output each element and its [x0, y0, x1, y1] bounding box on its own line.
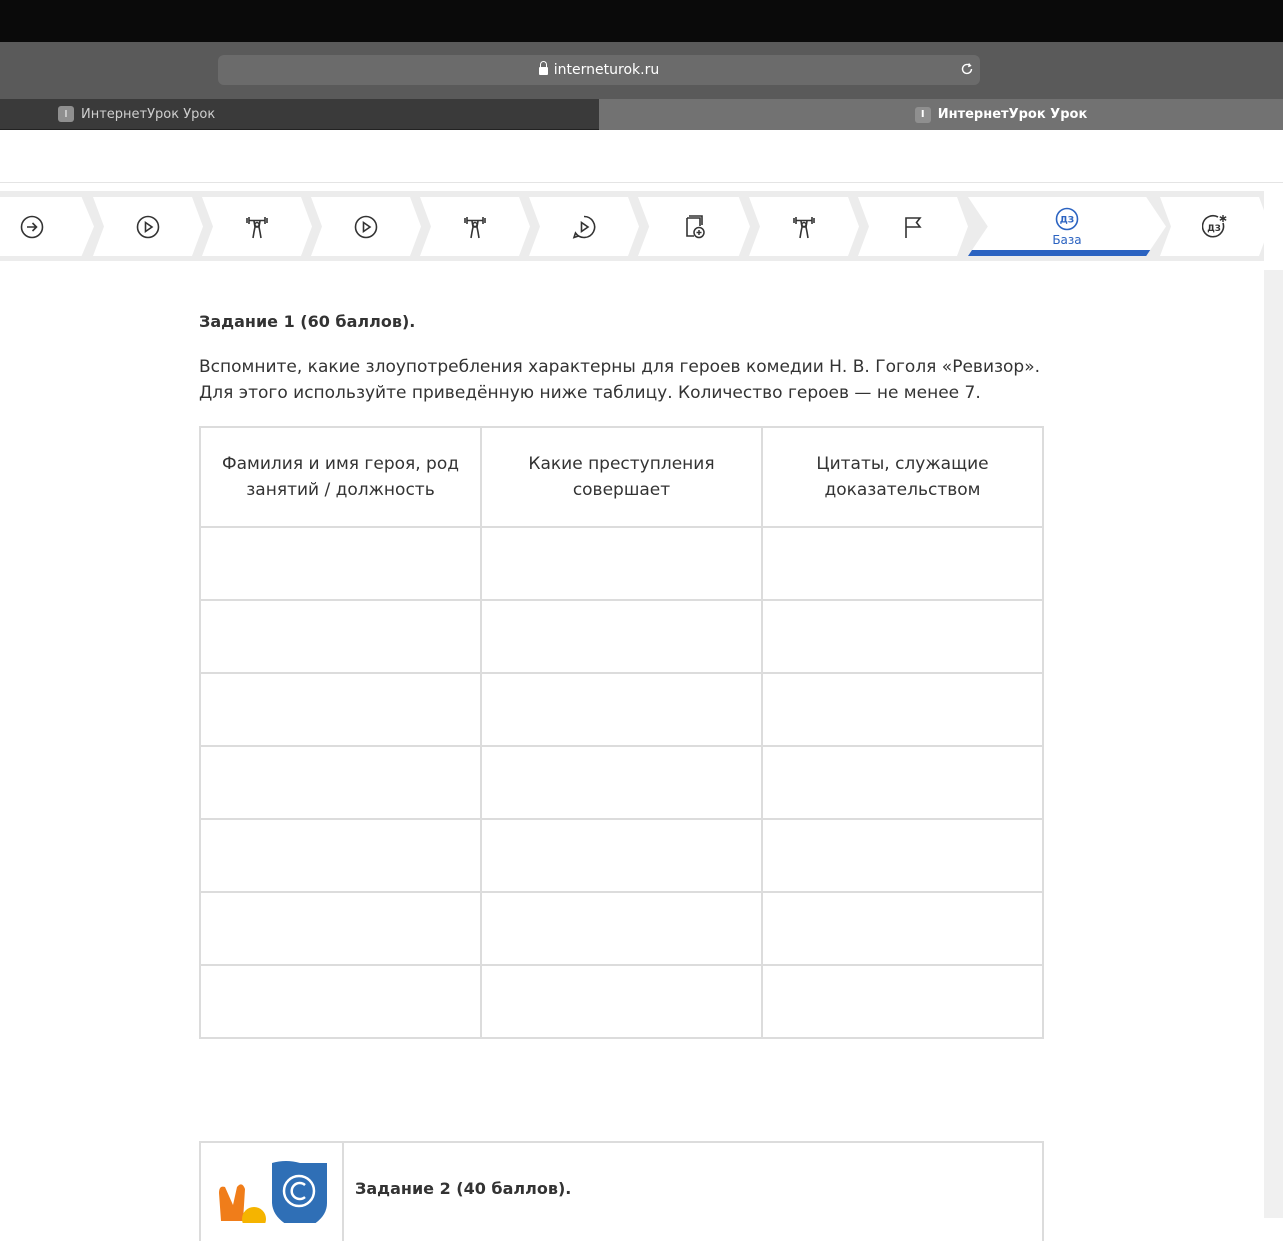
step-video-chat[interactable] — [529, 197, 639, 256]
table-cell[interactable] — [480, 818, 763, 893]
arrow-right-circle-icon — [20, 215, 44, 238]
table-cell[interactable] — [199, 964, 482, 1039]
step-reference[interactable] — [638, 197, 750, 256]
play-circle-icon — [136, 215, 160, 238]
favicon-icon: I — [914, 106, 931, 123]
table-row — [199, 526, 1044, 601]
page-header — [0, 130, 1283, 183]
active-step-indicator — [968, 250, 1166, 256]
page-side-gutter — [1264, 270, 1283, 1218]
table-cell[interactable] — [761, 818, 1044, 893]
lock-icon — [538, 61, 548, 75]
tab-title: ИнтернетУрок Урок — [81, 106, 216, 122]
table-cell[interactable] — [199, 891, 482, 966]
step-homework-base[interactable]: ДЗ База — [968, 197, 1166, 256]
weightlifter-icon — [464, 216, 486, 238]
table-cell[interactable] — [480, 599, 763, 674]
lesson-steps-bar: ДЗ База ДЗ — [0, 191, 1270, 261]
browser-tab-1[interactable]: I ИнтернетУрок Урок — [0, 99, 599, 130]
step-video-1[interactable] — [93, 197, 203, 256]
table-cell[interactable] — [761, 745, 1044, 820]
task-2-title: Задание 2 (40 баллов). — [355, 1179, 572, 1198]
flag-icon — [905, 216, 922, 238]
browser-tab-2[interactable]: I ИнтернетУрок Урок — [599, 99, 1283, 130]
play-circle-icon — [354, 215, 378, 238]
header-hero: Фамилия и имя героя, род занятий / должн… — [199, 426, 482, 528]
play-chat-icon — [572, 215, 596, 239]
table-row — [199, 818, 1044, 893]
step-training-2[interactable] — [420, 197, 530, 256]
favicon-icon: I — [58, 106, 74, 122]
table-cell[interactable] — [761, 891, 1044, 966]
answer-table: Фамилия и имя героя, род занятий / должн… — [199, 426, 1044, 1039]
step-video-2[interactable] — [311, 197, 421, 256]
table-cell[interactable] — [761, 672, 1044, 747]
table-cell[interactable] — [199, 526, 482, 601]
header-crimes: Какие преступления совершает — [480, 426, 763, 528]
homework-badge: ДЗ — [1207, 224, 1221, 234]
task-1-text: Вспомните, какие злоупотребления характе… — [199, 357, 1041, 403]
mascot-shield-icon — [219, 1161, 327, 1231]
table-cell[interactable] — [199, 818, 482, 893]
system-top-bar — [0, 0, 1283, 42]
table-cell[interactable] — [480, 745, 763, 820]
weightlifter-icon — [246, 216, 268, 238]
table-row — [199, 599, 1044, 674]
step-training-1[interactable] — [202, 197, 312, 256]
copyright-logo — [201, 1143, 344, 1241]
step-homework-advanced[interactable]: ДЗ — [1160, 197, 1270, 256]
table-cell[interactable] — [199, 745, 482, 820]
weightlifter-icon — [793, 216, 815, 238]
table-row — [199, 672, 1044, 747]
table-cell[interactable] — [761, 599, 1044, 674]
table-row — [199, 745, 1044, 820]
table-cell[interactable] — [480, 526, 763, 601]
table-cell[interactable] — [199, 672, 482, 747]
book-plus-icon — [686, 214, 705, 238]
table-header-row: Фамилия и имя героя, род занятий / должн… — [199, 426, 1044, 528]
table-body — [199, 526, 1044, 1039]
browser-tabs: I ИнтернетУрок Урок I ИнтернетУрок Урок — [0, 99, 1283, 130]
table-cell[interactable] — [761, 526, 1044, 601]
step-label: База — [1052, 233, 1082, 247]
reload-icon[interactable] — [960, 62, 974, 76]
step-arrow[interactable] — [0, 197, 94, 256]
homework-badge: ДЗ — [1060, 216, 1074, 226]
header-quotes: Цитаты, служащие доказательством — [761, 426, 1044, 528]
homework-star-icon: ДЗ — [1202, 214, 1227, 237]
step-finish[interactable] — [858, 197, 968, 256]
table-cell[interactable] — [761, 964, 1044, 1039]
task-1-title: Задание 1 (60 баллов). — [199, 312, 416, 331]
table-cell[interactable] — [480, 672, 763, 747]
tab-title: ИнтернетУрок Урок — [937, 107, 1088, 122]
table-row — [199, 964, 1044, 1039]
table-cell[interactable] — [480, 964, 763, 1039]
task-2-card: Задание 2 (40 баллов). — [199, 1141, 1044, 1241]
table-cell[interactable] — [480, 891, 763, 966]
step-training-3[interactable] — [749, 197, 859, 256]
table-row — [199, 891, 1044, 966]
homework-base-icon: ДЗ — [1055, 207, 1079, 231]
url-text: interneturok.ru — [553, 62, 660, 78]
table-cell[interactable] — [199, 599, 482, 674]
address-bar[interactable]: interneturok.ru — [218, 55, 980, 85]
